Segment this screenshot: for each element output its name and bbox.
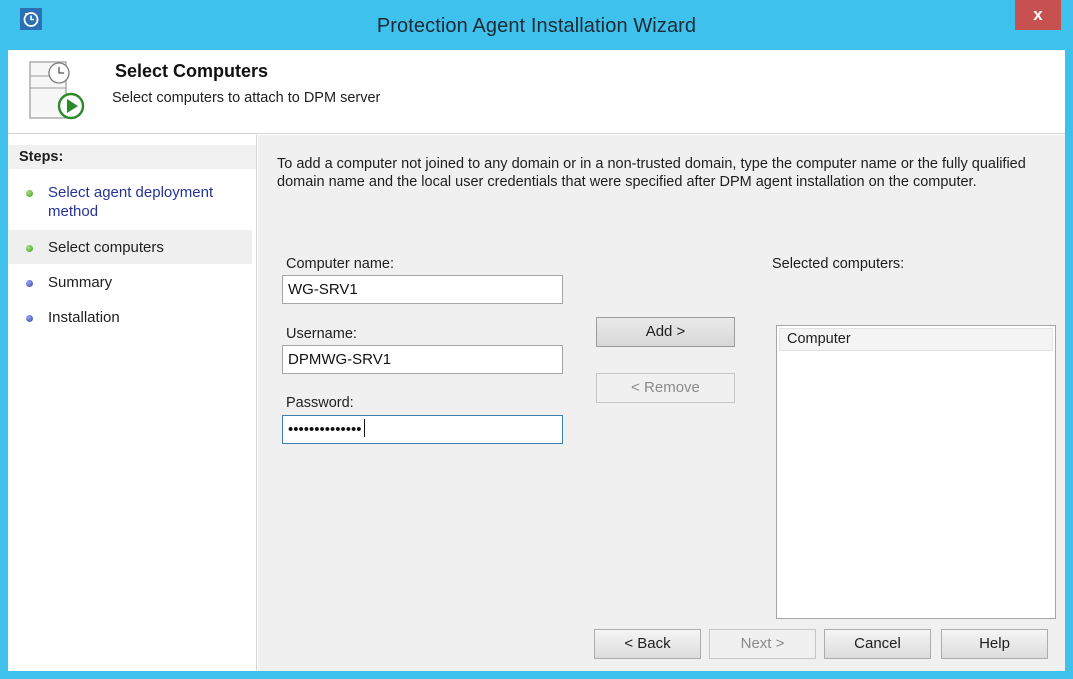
current-step-icon — [26, 245, 33, 252]
password-input[interactable]: •••••••••••••• — [282, 415, 563, 444]
username-input[interactable]: DPMWG-SRV1 — [282, 345, 563, 374]
completed-step-icon — [26, 190, 33, 197]
computer-name-label: Computer name: — [286, 256, 394, 272]
title-bar[interactable]: Protection Agent Installation Wizard x — [0, 0, 1073, 50]
back-button[interactable]: < Back — [594, 629, 701, 659]
pending-step-icon — [26, 315, 33, 322]
window-title: Protection Agent Installation Wizard — [376, 15, 697, 37]
step-select-agent-deployment-method[interactable]: Select agent deployment method — [8, 183, 252, 221]
password-mask: •••••••••••••• — [288, 421, 362, 438]
add-button[interactable]: Add > — [596, 317, 735, 347]
step-installation[interactable]: Installation — [8, 308, 252, 327]
next-button[interactable]: Next > — [709, 629, 816, 659]
step-label: Installation — [48, 309, 120, 326]
step-label: Select computers — [48, 239, 164, 256]
steps-heading: Steps: — [8, 145, 256, 169]
step-summary[interactable]: Summary — [8, 273, 252, 292]
password-label: Password: — [286, 395, 354, 411]
close-button[interactable]: x — [1015, 0, 1061, 30]
page-subtitle: Select computers to attach to DPM server — [112, 90, 381, 106]
protection-agent-icon — [29, 61, 85, 120]
remove-button[interactable]: < Remove — [596, 373, 735, 403]
computer-name-input[interactable]: WG-SRV1 — [282, 275, 563, 304]
step-label: Summary — [48, 274, 113, 291]
step-select-computers[interactable]: Select computers — [8, 230, 252, 264]
wizard-window: Protection Agent Installation Wizard x S… — [0, 0, 1073, 679]
intro-text: To add a computer not joined to any doma… — [277, 156, 1026, 190]
pending-step-icon — [26, 280, 33, 287]
computer-column-header[interactable]: Computer — [779, 328, 1053, 351]
help-button[interactable]: Help — [941, 629, 1048, 659]
text-caret — [363, 419, 365, 437]
page-title: Select Computers — [115, 61, 269, 81]
cancel-button[interactable]: Cancel — [824, 629, 931, 659]
wizard-header: Select Computers Select computers to att… — [8, 50, 1065, 134]
steps-panel: Steps: Select agent deployment method Se… — [8, 135, 257, 671]
step-label: Select agent deployment method — [48, 184, 214, 220]
username-label: Username: — [286, 326, 357, 342]
wizard-client: Select Computers Select computers to att… — [8, 50, 1065, 671]
selected-computers-list[interactable]: Computer — [776, 325, 1056, 619]
selected-computers-label: Selected computers: — [772, 256, 905, 272]
main-panel: To add a computer not joined to any doma… — [258, 135, 1065, 671]
